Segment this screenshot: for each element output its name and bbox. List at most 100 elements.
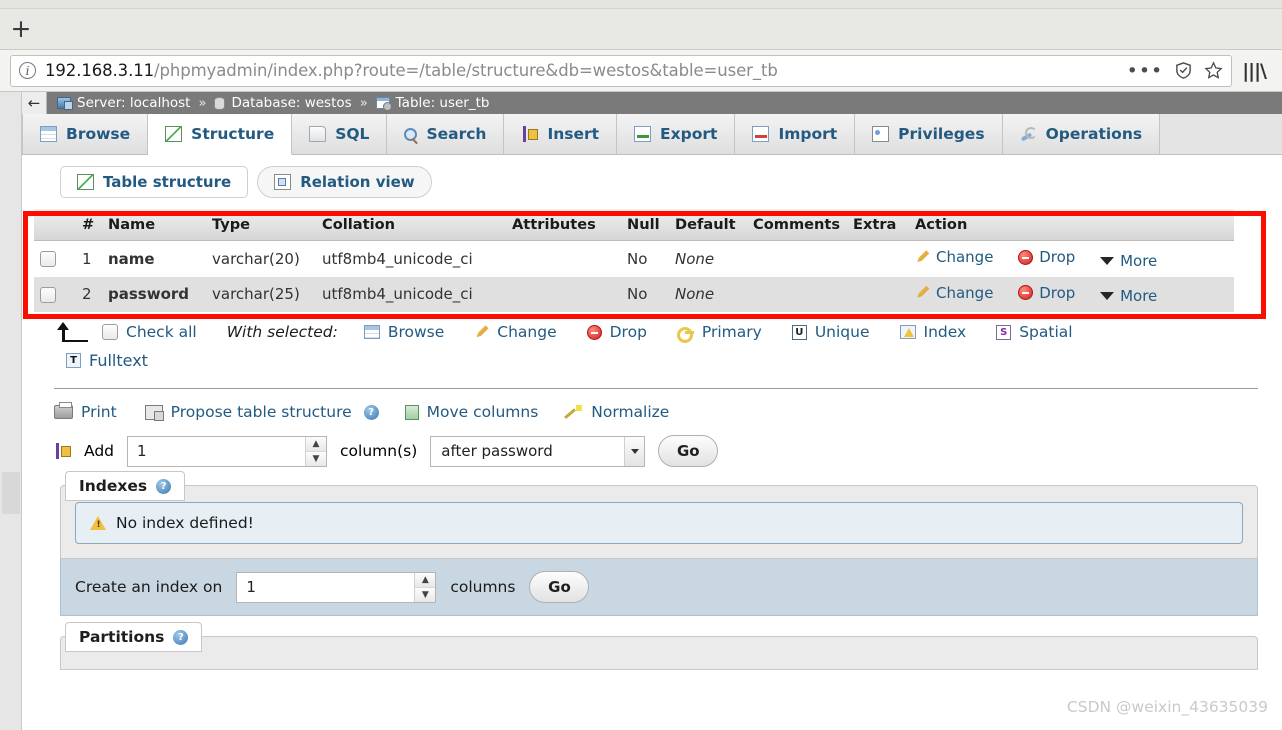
pencil-icon [476,325,489,338]
row-actions: Change Drop More [909,276,1234,312]
bulk-index[interactable]: Index [899,323,967,341]
action-more[interactable]: More [1100,287,1157,305]
bulk-change-label[interactable]: Change [497,323,556,341]
stepper-down-icon[interactable]: ▼ [415,587,436,602]
subtab-relation-view[interactable]: Relation view [257,166,432,198]
breadcrumb-server[interactable]: Server: localhost [57,95,190,111]
propose-structure-link[interactable]: Propose table structure [144,403,352,421]
tab-insert[interactable]: Insert [504,114,618,154]
bulk-index-label[interactable]: Index [924,323,967,341]
bulk-spatial[interactable]: S Spatial [996,323,1073,341]
create-index-count-input[interactable]: 1 ▲ ▼ [236,571,437,603]
page-body: ← Server: localhost » Database: westos »… [0,92,1282,730]
table-icon [375,97,392,111]
action-drop[interactable]: Drop [1018,284,1075,302]
tab-export-label: Export [660,125,718,143]
bulk-fulltext[interactable]: T Fulltext [66,351,148,370]
action-drop-label[interactable]: Drop [1039,284,1075,302]
create-index-go-button[interactable]: Go [529,571,590,603]
add-column-position-select[interactable]: after password [430,435,646,467]
select-all-arrow-icon[interactable] [54,322,88,342]
bulk-browse[interactable]: Browse [363,323,444,341]
tab-sql[interactable]: SQL [292,114,388,154]
normalize-label[interactable]: Normalize [591,403,669,421]
move-columns-label[interactable]: Move columns [427,403,539,421]
breadcrumb-database-label: Database: westos [231,95,352,111]
print-link[interactable]: Print [54,402,117,421]
move-columns-link[interactable]: Move columns [404,403,539,421]
add-column-row: Add 1 ▲ ▼ column(s) after password Go [22,421,1282,467]
action-change-label[interactable]: Change [936,248,993,266]
action-change[interactable]: Change [915,284,993,302]
bulk-drop[interactable]: Drop [586,323,647,341]
subtab-table-structure[interactable]: Table structure [60,166,249,198]
tab-export[interactable]: Export [617,114,736,154]
bulk-change[interactable]: Change [474,323,557,341]
add-column-count-input[interactable]: 1 ▲ ▼ [127,435,328,467]
action-change-label[interactable]: Change [936,284,993,302]
stepper-up-icon[interactable]: ▲ [415,572,436,588]
bulk-primary[interactable]: Primary [676,323,762,343]
bulk-browse-label[interactable]: Browse [388,323,444,341]
row-checkbox[interactable] [40,251,56,268]
partitions-panel: Partitions ? [60,622,1258,670]
tab-structure[interactable]: Structure [148,114,293,155]
warning-icon [90,516,106,530]
check-all-control[interactable]: Check all [102,323,197,341]
action-change[interactable]: Change [915,248,993,266]
breadcrumb-separator: » [198,95,207,111]
library-icon[interactable]: |||\ [1242,60,1272,82]
th-attributes: Attributes [506,209,621,241]
th-action: Action [909,209,1234,241]
action-drop[interactable]: Drop [1018,248,1075,266]
url-bar[interactable]: i 192.168.3.11/phpmyadmin/index.php?rout… [10,54,1233,87]
th-number: # [76,209,102,241]
normalize-link[interactable]: Normalize [566,403,669,421]
navigation-rail[interactable] [0,92,22,730]
structure-icon [165,126,183,142]
print-label[interactable]: Print [81,403,117,421]
partitions-help-icon[interactable]: ? [173,629,189,645]
tab-import[interactable]: Import [735,114,856,154]
operations-icon [1020,126,1037,142]
chevron-down-icon [1100,292,1115,300]
bulk-drop-label[interactable]: Drop [610,323,647,341]
propose-help-icon[interactable]: ? [363,404,379,420]
tab-browse[interactable]: Browse [22,114,149,154]
row-checkbox[interactable] [40,286,56,303]
check-all-label[interactable]: Check all [126,323,197,341]
create-index-stepper[interactable]: ▲ ▼ [414,572,436,602]
drop-icon [1018,285,1034,300]
action-more[interactable]: More [1100,252,1157,270]
add-column-stepper[interactable]: ▲ ▼ [305,436,327,466]
bulk-spatial-label[interactable]: Spatial [1019,323,1072,341]
propose-structure-label[interactable]: Propose table structure [171,403,352,421]
stepper-down-icon[interactable]: ▼ [306,451,327,466]
tab-search[interactable]: Search [387,114,505,154]
check-all-checkbox[interactable] [102,324,118,340]
with-selected-label: With selected: [226,323,338,341]
bulk-unique[interactable]: U Unique [791,323,870,341]
add-column-go-button[interactable]: Go [658,435,719,467]
stepper-up-icon[interactable]: ▲ [306,436,327,452]
tab-operations[interactable]: Operations [1002,114,1161,154]
th-default: Default [669,209,747,241]
tab-privileges[interactable]: Privileges [855,114,1003,154]
bulk-unique-label[interactable]: Unique [815,323,870,341]
breadcrumb-table[interactable]: Table: user_tb [375,95,489,111]
bookmark-star-icon[interactable] [1204,61,1223,80]
page-actions-icon[interactable]: ••• [1127,61,1164,80]
relation-icon [274,174,292,190]
new-tab-button[interactable]: + [6,14,36,42]
action-more-label[interactable]: More [1120,252,1157,270]
shield-icon[interactable] [1174,61,1193,80]
bulk-primary-label[interactable]: Primary [702,323,762,341]
action-drop-label[interactable]: Drop [1039,248,1075,266]
indexes-help-icon[interactable]: ? [156,478,172,494]
back-button[interactable]: ← [22,92,47,114]
breadcrumb-database[interactable]: Database: westos [214,95,352,111]
site-info-icon[interactable]: i [19,62,36,79]
bulk-fulltext-label[interactable]: Fulltext [89,351,148,370]
action-more-label[interactable]: More [1120,287,1157,305]
chevron-down-icon[interactable] [624,436,645,466]
